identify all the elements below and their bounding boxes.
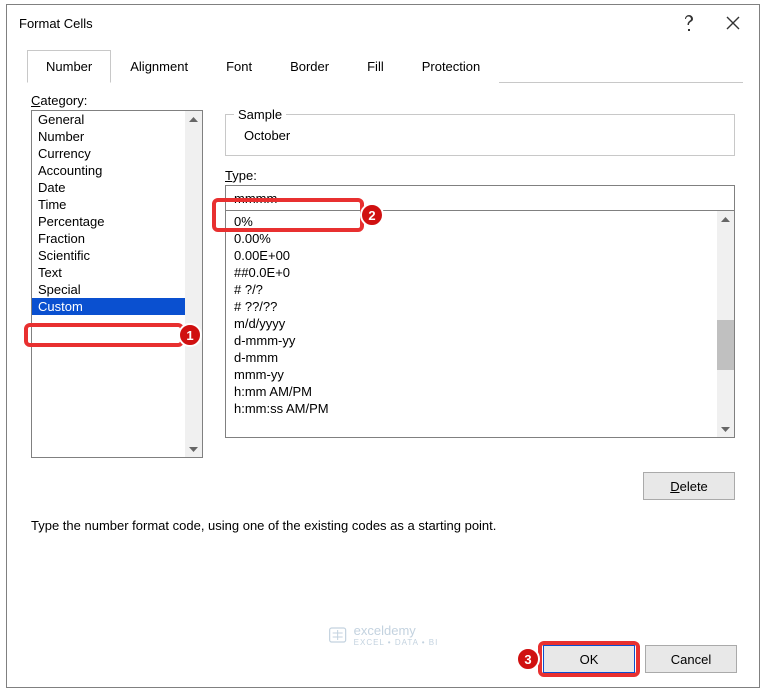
category-item[interactable]: Fraction [32,230,185,247]
type-item[interactable]: m/d/yyyy [226,315,717,332]
type-item[interactable]: # ?/? [226,281,717,298]
type-item[interactable]: 0.00% [226,230,717,247]
question-icon [683,15,695,31]
tab-number[interactable]: Number [27,50,111,83]
category-item[interactable]: Custom [32,298,185,315]
chevron-up-icon [189,117,198,123]
type-scrollbar[interactable] [717,211,734,437]
category-item[interactable]: Accounting [32,162,185,179]
type-item[interactable]: d-mmm-yy [226,332,717,349]
scroll-down-arrow[interactable] [717,420,734,437]
category-item[interactable]: Time [32,196,185,213]
scroll-track[interactable] [185,128,202,440]
category-listbox[interactable]: GeneralNumberCurrencyAccountingDateTimeP… [31,110,203,458]
scroll-down-arrow[interactable] [185,440,202,457]
tab-font[interactable]: Font [207,50,271,83]
category-item[interactable]: Scientific [32,247,185,264]
type-label: Type: [225,168,735,183]
tab-strip: NumberAlignmentFontBorderFillProtection [27,49,743,83]
dialog-title: Format Cells [19,16,667,31]
type-item[interactable]: 0.00E+00 [226,247,717,264]
chevron-up-icon [721,217,730,223]
chevron-down-icon [721,426,730,432]
category-item[interactable]: General [32,111,185,128]
sample-value: October [238,128,722,143]
type-item[interactable]: h:mm:ss AM/PM [226,400,717,417]
scroll-track[interactable] [717,228,734,420]
description-text: Type the number format code, using one o… [31,518,759,533]
type-listbox[interactable]: 0%0.00%0.00E+00##0.0E+0# ?/?# ??/??m/d/y… [225,210,735,438]
type-item[interactable]: 0% [226,213,717,230]
type-item[interactable]: ##0.0E+0 [226,264,717,281]
logo-icon [328,625,348,645]
type-item[interactable]: # ??/?? [226,298,717,315]
category-item[interactable]: Percentage [32,213,185,230]
type-input[interactable] [225,185,735,211]
help-button[interactable] [667,8,711,38]
type-item[interactable]: mmm-yy [226,366,717,383]
category-scrollbar[interactable] [185,111,202,457]
scroll-up-arrow[interactable] [185,111,202,128]
type-item[interactable]: h:mm AM/PM [226,383,717,400]
cancel-button[interactable]: Cancel [645,645,737,673]
scroll-up-arrow[interactable] [717,211,734,228]
category-item[interactable]: Text [32,264,185,281]
tab-border[interactable]: Border [271,50,348,83]
ok-button[interactable]: OK [543,645,635,673]
format-cells-dialog: Format Cells NumberAlignmentFontBorderFi… [6,4,760,688]
watermark: exceldemy EXCEL • DATA • BI [328,623,439,647]
sample-label: Sample [234,107,286,122]
titlebar: Format Cells [7,5,759,41]
category-item[interactable]: Currency [32,145,185,162]
close-icon [726,16,740,30]
tab-fill[interactable]: Fill [348,50,403,83]
type-item[interactable]: d-mmm [226,349,717,366]
category-label: Category: [31,93,735,108]
tab-protection[interactable]: Protection [403,50,500,83]
scroll-thumb[interactable] [717,320,734,370]
category-item[interactable]: Special [32,281,185,298]
sample-group: Sample October [225,114,735,156]
tab-alignment[interactable]: Alignment [111,50,207,83]
category-item[interactable]: Number [32,128,185,145]
close-button[interactable] [711,8,755,38]
category-item[interactable]: Date [32,179,185,196]
chevron-down-icon [189,446,198,452]
delete-button[interactable]: Delete [643,472,735,500]
